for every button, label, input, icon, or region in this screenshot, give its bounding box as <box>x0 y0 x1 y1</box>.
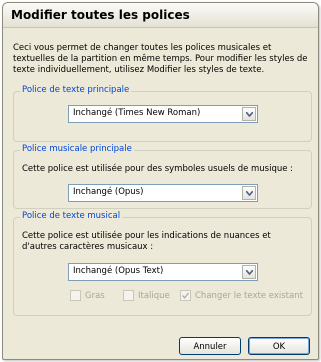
group-music-text-legend: Police de texte musical <box>20 211 123 221</box>
ok-button[interactable]: OK <box>248 337 310 355</box>
main-text-font-select[interactable]: Inchangé (Times New Roman) <box>68 105 258 123</box>
style-checkbox-row: Gras Italique Changer le texte existant <box>14 290 311 304</box>
music-text-font-value: Inchangé (Opus Text) <box>73 266 164 276</box>
chevron-down-icon[interactable] <box>242 265 256 279</box>
checkmark-icon <box>182 292 189 299</box>
group-music-text-font: Police de texte musical Cette police est… <box>13 211 312 316</box>
group-main-music-font: Police musicale principale Cette police … <box>13 144 312 209</box>
group-main-text-legend: Police de texte principale <box>20 85 132 95</box>
bold-checkbox[interactable]: Gras <box>70 290 105 301</box>
dialog-title: Modifier toutes les polices <box>11 8 190 22</box>
chevron-down-icon[interactable] <box>242 186 256 200</box>
checkbox-box[interactable] <box>180 290 191 301</box>
main-music-font-value: Inchangé (Opus) <box>73 187 144 197</box>
music-text-description: Cette police est utilisée pour les indic… <box>22 231 271 252</box>
italic-checkbox[interactable]: Italique <box>123 290 170 301</box>
italic-checkbox-label: Italique <box>138 291 170 301</box>
chevron-down-icon[interactable] <box>242 107 256 121</box>
bold-checkbox-label: Gras <box>85 291 105 301</box>
intro-text: Ceci vous permet de changer toutes les p… <box>13 43 308 75</box>
change-existing-text-label: Changer le texte existant <box>195 291 303 301</box>
main-text-font-value: Inchangé (Times New Roman) <box>73 108 201 118</box>
group-main-text-font: Police de texte principale Inchangé (Tim… <box>13 85 312 142</box>
change-existing-text-checkbox[interactable]: Changer le texte existant <box>180 290 303 301</box>
cancel-button[interactable]: Annuler <box>179 337 241 355</box>
main-music-font-select[interactable]: Inchangé (Opus) <box>68 184 258 202</box>
music-text-font-select[interactable]: Inchangé (Opus Text) <box>68 263 258 281</box>
modify-all-fonts-dialog: Modifier toutes les polices Ceci vous pe… <box>2 2 319 360</box>
title-bar[interactable]: Modifier toutes les polices <box>3 3 318 28</box>
group-main-music-legend: Police musicale principale <box>20 144 134 154</box>
checkbox-box[interactable] <box>70 290 81 301</box>
checkbox-box[interactable] <box>123 290 134 301</box>
main-music-description: Cette police est utilisée pour des symbo… <box>22 164 294 174</box>
